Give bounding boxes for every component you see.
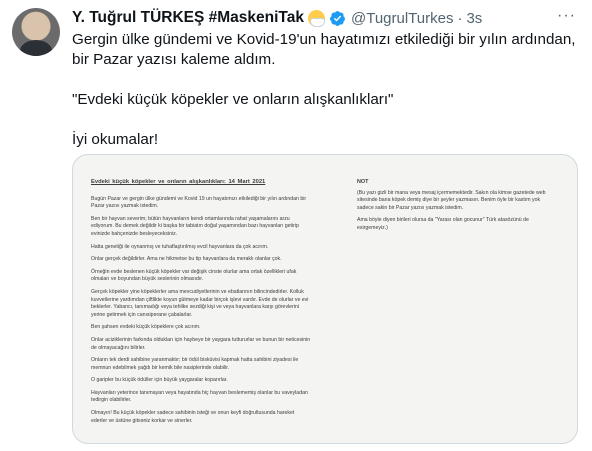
tweet-text-line: Gergin ülke gündemi ve Kovid-19'un hayat… — [72, 31, 576, 48]
document-image: Evdeki küçük köpekler ve onların alışkan… — [73, 155, 577, 443]
document-paragraph: Ben şahsen evdeki küçük köpeklere çok ac… — [91, 324, 201, 331]
document-paragraph: Bugün Pazar ve gergin ülke gündemi ve Ko… — [91, 195, 307, 210]
document-paragraph: Onlar gerçek değildirler. Ama ne hikmets… — [91, 256, 282, 263]
tweet-text-line: "Evdeki küçük köpekler ve onların alışka… — [72, 91, 394, 108]
avatar[interactable] — [12, 8, 60, 56]
document-title: Evdeki küçük köpekler ve onların alışkan… — [91, 179, 266, 185]
user-handle[interactable]: @TugrulTurkes — [351, 10, 453, 27]
tweet-text-line: İyi okumalar! — [72, 131, 159, 148]
document-paragraph: Ben bir hayvan severim; bütün hayvanları… — [91, 215, 299, 237]
document-paragraph: Gerçek köpekler yine köpeklerler ama mev… — [91, 288, 309, 318]
document-note-column: NOT (Bu yazı gizli bir mana veya mesaj i… — [357, 179, 557, 238]
document-main-column: Evdeki küçük köpekler ve onların alışkan… — [91, 179, 311, 430]
tweet-text-line: bir Pazar yazısı kaleme aldım. — [72, 51, 276, 68]
document-note-title: NOT — [357, 179, 369, 185]
verified-badge-icon — [330, 10, 345, 26]
document-note-paragraph: (Bu yazı gizli bir mana veya mesaj içerm… — [357, 189, 546, 211]
document-note-paragraph: Ama böyle diyen birileri olursa da "Yara… — [357, 217, 529, 231]
display-name[interactable]: Y. Tuğrul TÜRKEŞ #MaskeniTak — [72, 9, 304, 27]
document-paragraph: Onların tek derdi sahibine yaranmaktır; … — [91, 357, 299, 371]
document-paragraph: Onlar aciziklerinin farkında oldukları i… — [91, 336, 311, 351]
document-paragraph: Hatta genetiği ile oynanmış ve tuhaflaşt… — [91, 243, 269, 250]
document-paragraph: Örneğin evde beslenen küçük köpekler var… — [91, 268, 297, 283]
separator-dot: · — [457, 9, 463, 27]
document-paragraph: O garipler bu küçük ödüller için büyük y… — [91, 377, 228, 384]
tweet-text: Gergin ülke gündemi ve Kovid-19'un hayat… — [72, 30, 582, 150]
more-options-icon[interactable]: ··· — [557, 7, 576, 25]
document-paragraph: Hayvanları yeterince tanımayan veya haya… — [91, 389, 308, 404]
tweet-header: Y. Tuğrul TÜRKEŞ #MaskeniTak @TugrulTurk… — [72, 7, 576, 29]
mask-face-emoji-icon — [307, 9, 325, 27]
timestamp[interactable]: 3s — [466, 10, 482, 27]
document-paragraph: Olmayın! Bu küçük köpekler sadece sahibi… — [91, 410, 295, 424]
tweet-media-image[interactable]: Evdeki küçük köpekler ve onların alışkan… — [72, 154, 578, 444]
